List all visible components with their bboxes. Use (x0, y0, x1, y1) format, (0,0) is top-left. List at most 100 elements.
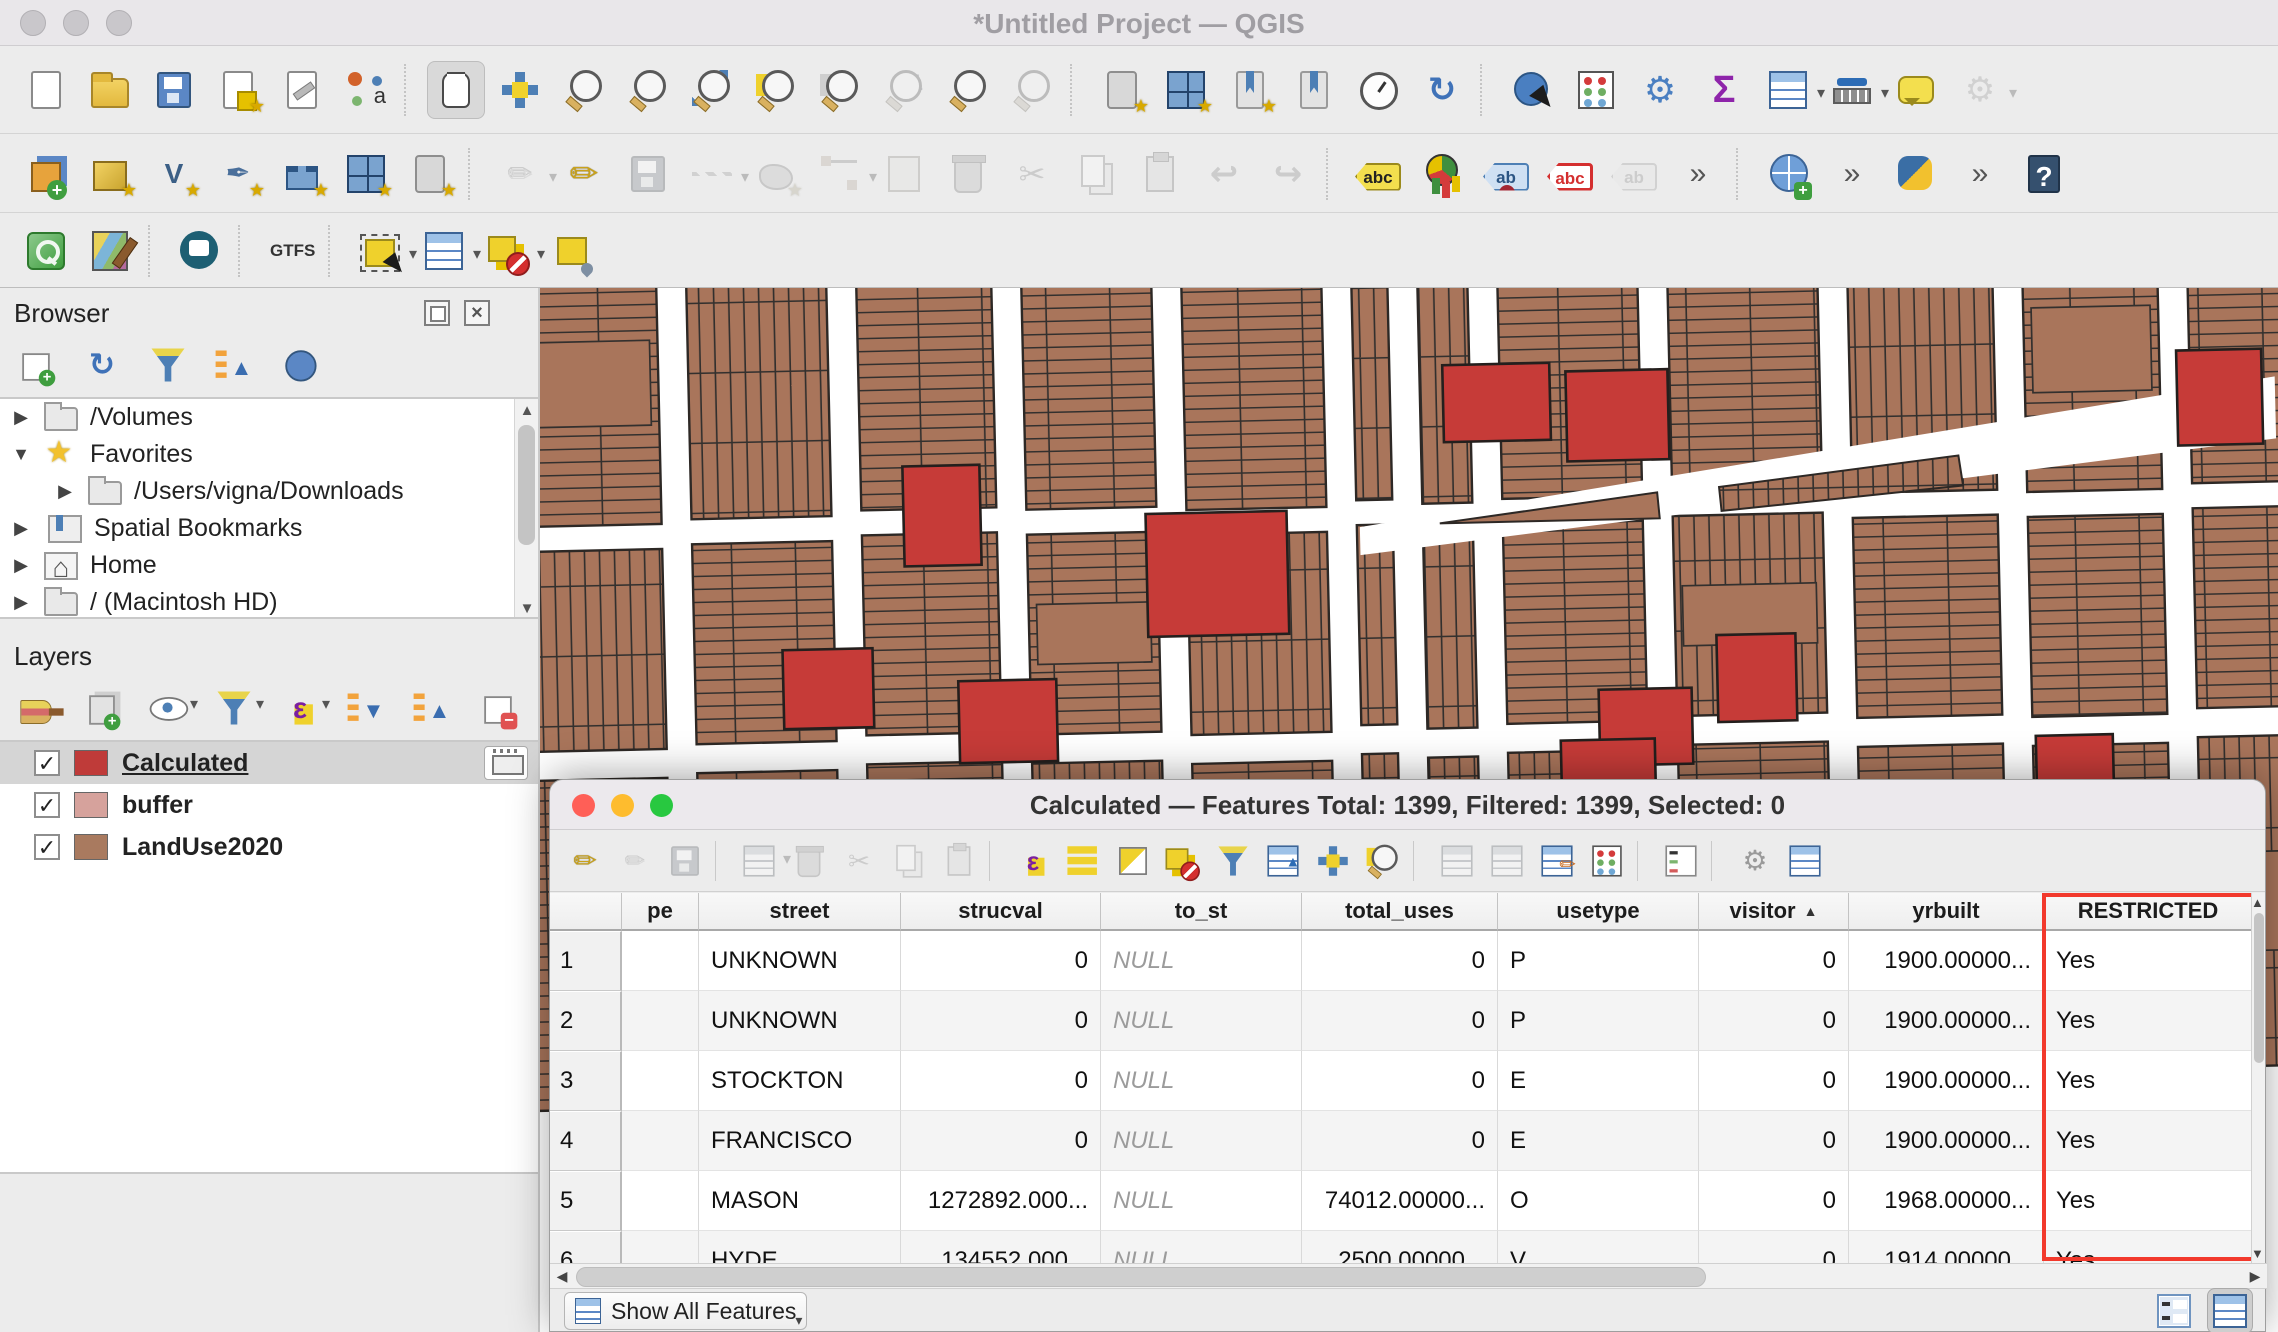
cell-usetype[interactable]: P (1498, 931, 1699, 991)
conditional-formatting-button[interactable] (1657, 837, 1705, 885)
browser-item-spatial-bookmarks[interactable]: ▶Spatial Bookmarks (0, 510, 538, 547)
column-header-total_uses[interactable]: total_uses (1302, 893, 1498, 931)
cell-pe[interactable] (622, 931, 699, 991)
expand-arrow-icon[interactable]: ▶ (10, 555, 32, 576)
new-mesh-layer-button[interactable]: ★ (337, 145, 395, 203)
cell-total_uses[interactable]: 2500.00000... (1302, 1231, 1498, 1263)
gtfs-loader-button[interactable]: GTFS (261, 222, 319, 280)
cell-visitor[interactable]: 0 (1699, 1171, 1849, 1231)
delete-field-button[interactable] (1483, 837, 1531, 885)
browser-scrollbar[interactable]: ▲ ▼ (514, 399, 538, 619)
attr-reload-table-button[interactable]: ▾ (735, 837, 783, 885)
cell-restricted[interactable]: Yes (2044, 1231, 2253, 1263)
cell-pe[interactable] (622, 1111, 699, 1171)
show-spatial-bookmarks-button[interactable] (1285, 61, 1343, 119)
cell-usetype[interactable]: P (1498, 991, 1699, 1051)
modify-attributes-button[interactable] (875, 145, 933, 203)
expand-arrow-icon[interactable]: ▶ (54, 481, 76, 502)
scroll-thumb[interactable] (2254, 913, 2264, 1063)
cell-strucval[interactable]: 0 (901, 991, 1101, 1051)
browser-item-favorites[interactable]: ▼★Favorites (0, 436, 538, 473)
expand-arrow-icon[interactable]: ▼ (10, 444, 32, 465)
show-layout-manager-button[interactable] (273, 61, 331, 119)
cell-restricted[interactable]: Yes (2044, 1171, 2253, 1231)
cell-total_uses[interactable]: 0 (1302, 1051, 1498, 1111)
delete-selected-button[interactable] (939, 145, 997, 203)
pin-unpin-labels-button[interactable]: ab (1477, 145, 1535, 203)
new-print-layout-button[interactable]: ★ (209, 61, 267, 119)
move-label-button[interactable]: ab (1605, 145, 1663, 203)
cell-usetype[interactable]: V (1498, 1231, 1699, 1263)
cell-pe[interactable] (622, 1231, 699, 1263)
save-project-button[interactable] (145, 61, 203, 119)
processing-toolbox-button[interactable]: ⚙ (1631, 61, 1689, 119)
filter-browser-button[interactable] (146, 343, 190, 387)
manage-map-themes-button[interactable]: ▾ (146, 686, 190, 730)
cell-yrbuilt[interactable]: 1900.00000... (1849, 1051, 2044, 1111)
filter-select-by-form-button[interactable] (1209, 837, 1257, 885)
toggle-editing-button[interactable]: ✏ (555, 145, 613, 203)
column-header-visitor[interactable]: visitor▲ (1699, 893, 1849, 931)
feature-actions-button[interactable]: ⚙ (1731, 837, 1779, 885)
search-plugin-button[interactable] (17, 222, 75, 280)
cell-restricted[interactable]: Yes (2044, 1051, 2253, 1111)
select-by-location-button[interactable] (543, 222, 601, 280)
attr-toggle-editing-button[interactable]: ✏ (561, 837, 609, 885)
cell-yrbuilt[interactable]: 1914.00000... (1849, 1231, 2044, 1263)
new-gpx-layer-button[interactable]: ★ (401, 145, 459, 203)
transit-plugin-button[interactable] (171, 222, 229, 280)
cell-total_uses[interactable]: 0 (1302, 1111, 1498, 1171)
cell-pe[interactable] (622, 991, 699, 1051)
cell-to_st[interactable]: NULL (1101, 931, 1302, 991)
add-polygon-feature-button[interactable]: ★ (747, 145, 805, 203)
new-field-button[interactable] (1433, 837, 1481, 885)
cell-total_uses[interactable]: 74012.00000... (1302, 1171, 1498, 1231)
attr-save-edits-button[interactable] (661, 837, 709, 885)
zoom-last-button[interactable]: ◂ (939, 61, 997, 119)
layer-visibility-checkbox[interactable]: ✓ (34, 750, 60, 776)
cell-visitor[interactable]: 0 (1699, 1051, 1849, 1111)
cell-usetype[interactable]: E (1498, 1111, 1699, 1171)
pan-map-to-selection-button[interactable] (491, 61, 549, 119)
expand-arrow-icon[interactable]: ▶ (10, 518, 32, 539)
zoom-out-button[interactable]: − (619, 61, 677, 119)
cell-to_st[interactable]: NULL (1101, 991, 1302, 1051)
zoom-to-selection-button[interactable] (747, 61, 805, 119)
attr-delete-features-button[interactable] (785, 837, 833, 885)
layer-labeling-options-button[interactable]: abc (1349, 145, 1407, 203)
scroll-down-icon[interactable]: ▼ (2251, 1246, 2263, 1261)
column-header-usetype[interactable]: usetype (1498, 893, 1699, 931)
cell-yrbuilt[interactable]: 1968.00000... (1849, 1171, 2044, 1231)
scroll-right-icon[interactable]: ▶ (2243, 1264, 2267, 1288)
cell-street[interactable]: HYDE (699, 1231, 901, 1263)
invert-selection-button[interactable] (1109, 837, 1157, 885)
cell-pe[interactable] (622, 1171, 699, 1231)
cell-visitor[interactable]: 0 (1699, 1111, 1849, 1171)
browser-item--users-vigna-downloads[interactable]: ▶/Users/vigna/Downloads (0, 473, 538, 510)
attr-multiedit-button[interactable]: ✏ (611, 837, 659, 885)
scroll-thumb[interactable] (576, 1267, 1706, 1287)
cell-yrbuilt[interactable]: 1900.00000... (1849, 1111, 2044, 1171)
table-view-toggle[interactable] (2207, 1288, 2253, 1332)
attribute-vertical-scrollbar[interactable]: ▲ ▼ (2251, 893, 2265, 1263)
layer-diagram-options-button[interactable] (1413, 145, 1471, 203)
cell-to_st[interactable]: NULL (1101, 1051, 1302, 1111)
layer-item-buffer[interactable]: ✓buffer (0, 784, 538, 826)
zoom-next-button[interactable]: ▸ (1003, 61, 1061, 119)
zoom-to-native-resolution-button[interactable]: 1:1 (875, 61, 933, 119)
new-shapefile-layer-button[interactable]: V★ (145, 145, 203, 203)
layer-visibility-checkbox[interactable]: ✓ (34, 792, 60, 818)
deselect-all-button[interactable] (1159, 837, 1207, 885)
remove-layer-group-button[interactable] (476, 686, 520, 730)
open-attribute-table-button[interactable]: ▾ (1759, 61, 1817, 119)
row-number[interactable]: 5 (550, 1171, 622, 1231)
layer-item-landuse2020[interactable]: ✓LandUse2020 (0, 826, 538, 868)
cut-features-button[interactable]: ✂ (1003, 145, 1061, 203)
cell-visitor[interactable]: 0 (1699, 1231, 1849, 1263)
form-view-toggle[interactable] (2151, 1288, 2197, 1332)
measure-line-button[interactable]: ▾ (1823, 61, 1881, 119)
cell-restricted[interactable]: Yes (2044, 1111, 2253, 1171)
cell-total_uses[interactable]: 0 (1302, 931, 1498, 991)
browser-item--macintosh-hd-[interactable]: ▶/ (Macintosh HD) (0, 584, 538, 619)
cell-yrbuilt[interactable]: 1900.00000... (1849, 991, 2044, 1051)
